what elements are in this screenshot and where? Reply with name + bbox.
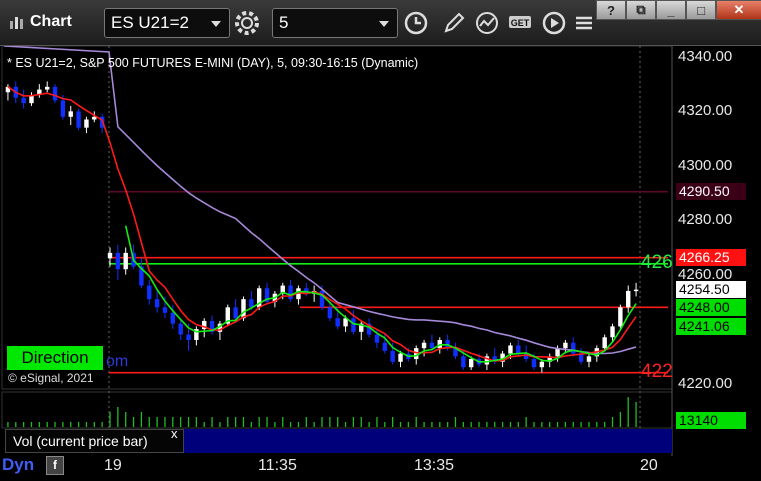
candle-body bbox=[249, 299, 254, 308]
copyright-text: © eSignal, 2021 bbox=[8, 371, 94, 385]
candle-body bbox=[84, 119, 89, 128]
gear-icon[interactable] bbox=[233, 9, 261, 37]
y-tick: 4260.00 bbox=[678, 265, 733, 283]
candle-body bbox=[335, 318, 340, 327]
candle-body bbox=[461, 356, 466, 368]
candle-body bbox=[626, 291, 631, 308]
pencil-icon[interactable] bbox=[440, 9, 468, 37]
candle-body bbox=[44, 86, 50, 90]
candle-body bbox=[170, 312, 176, 324]
price-box: 4254.50 bbox=[676, 281, 746, 299]
y-tick: 4340.00 bbox=[678, 47, 733, 65]
x-tick: 13:35 bbox=[414, 457, 455, 474]
candle-body bbox=[571, 342, 576, 354]
volume-study-label[interactable]: Vol (current price bar) bbox=[5, 429, 184, 453]
main-panel bbox=[1, 46, 673, 390]
candle-body bbox=[327, 307, 333, 319]
candle-body bbox=[241, 299, 246, 319]
chevron-down-icon[interactable] bbox=[211, 21, 221, 27]
candle-body bbox=[563, 342, 568, 349]
price-box: 4241.06 bbox=[676, 317, 746, 335]
candle-body bbox=[618, 307, 623, 327]
app-title-text: Chart bbox=[30, 13, 72, 30]
level-label: 422 bbox=[641, 360, 673, 382]
candle-body bbox=[147, 285, 152, 300]
candle-body bbox=[516, 345, 521, 354]
app-title: Chart bbox=[8, 13, 72, 31]
x-tick: 20 bbox=[640, 457, 658, 474]
candle-body bbox=[233, 307, 238, 319]
candle-body bbox=[586, 356, 592, 362]
direction-badge[interactable]: Direction bbox=[7, 346, 103, 370]
candle-body bbox=[162, 307, 168, 313]
direction-tail-text: om bbox=[106, 353, 129, 370]
candle-body bbox=[123, 252, 128, 270]
symbol-combo[interactable]: ES U21=2 bbox=[104, 8, 230, 38]
volume-value-box: 13140 bbox=[676, 412, 746, 429]
interval-combo[interactable]: 5 bbox=[272, 8, 398, 38]
y-tick: 4280.00 bbox=[678, 211, 733, 229]
function-icon[interactable]: f bbox=[46, 456, 64, 475]
candle-body bbox=[374, 334, 380, 343]
svg-text:GET: GET bbox=[511, 18, 530, 28]
candle-body bbox=[382, 342, 388, 351]
candle-body bbox=[414, 348, 419, 360]
study-icon[interactable] bbox=[473, 9, 501, 37]
menu-icon[interactable] bbox=[570, 9, 598, 37]
candle-body bbox=[633, 289, 639, 292]
candle-body bbox=[52, 86, 58, 101]
y-tick: 4300.00 bbox=[678, 156, 733, 174]
dyn-button[interactable]: Dyn bbox=[2, 455, 34, 475]
chevron-down-icon[interactable] bbox=[379, 21, 389, 27]
candle-body bbox=[610, 326, 615, 338]
get-icon[interactable]: GET bbox=[506, 9, 534, 37]
candle-body bbox=[429, 342, 435, 349]
play-icon[interactable] bbox=[540, 9, 568, 37]
price-box: 4290.50 bbox=[676, 183, 746, 201]
volume-label-band bbox=[184, 429, 672, 453]
candle-body bbox=[531, 359, 537, 368]
candle-body bbox=[398, 353, 403, 362]
candle-body bbox=[154, 299, 160, 308]
level-label: 426 bbox=[641, 251, 673, 273]
chart-app-icon bbox=[10, 17, 23, 29]
close-button[interactable]: ✕ bbox=[716, 0, 761, 20]
interval-value: 5 bbox=[279, 13, 289, 32]
toolbar: Chart ES U21=2 5 GET ? ⧉ _ □ ✕ bbox=[0, 0, 761, 46]
minimize-button[interactable]: _ bbox=[656, 0, 686, 20]
candle-body bbox=[178, 323, 183, 335]
restore-button[interactable]: ⧉ bbox=[626, 0, 656, 20]
y-tick: 4320.00 bbox=[678, 102, 733, 120]
clock-icon[interactable] bbox=[402, 9, 430, 37]
candle-body bbox=[60, 100, 66, 117]
maximize-button[interactable]: □ bbox=[686, 0, 716, 20]
y-tick: 4220.00 bbox=[678, 374, 733, 392]
candle-body bbox=[76, 111, 81, 128]
candle-body bbox=[288, 285, 293, 300]
symbol-value: ES U21=2 bbox=[111, 13, 189, 32]
candle-body bbox=[468, 359, 474, 368]
price-box: 4266.25 bbox=[676, 249, 746, 267]
candle-body bbox=[539, 361, 545, 368]
close-icon[interactable]: x bbox=[171, 426, 178, 441]
candle-body bbox=[390, 350, 395, 362]
candle-body bbox=[186, 334, 191, 340]
chart-legend: * ES U21=2, S&P 500 FUTURES E-MINI (DAY)… bbox=[7, 56, 419, 70]
x-tick: 11:35 bbox=[258, 457, 297, 474]
candle-body bbox=[68, 111, 73, 117]
candle-body bbox=[115, 252, 121, 270]
candle-body bbox=[508, 345, 513, 354]
candle-body bbox=[351, 318, 356, 332]
price-box: 4248.00 bbox=[676, 298, 746, 316]
x-tick: 19 bbox=[104, 457, 122, 474]
candle-body bbox=[21, 97, 26, 104]
help-button[interactable]: ? bbox=[596, 0, 626, 20]
candle-body bbox=[107, 252, 113, 259]
candle-body bbox=[421, 342, 427, 349]
candle-body bbox=[602, 337, 607, 349]
